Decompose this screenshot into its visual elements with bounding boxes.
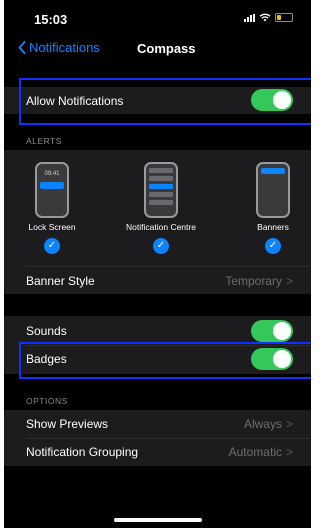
- alert-option-notification-centre[interactable]: Notification Centre ✓: [118, 162, 204, 254]
- checkmark-icon: ✓: [265, 238, 281, 254]
- alert-option-banners[interactable]: Banners ✓: [250, 162, 296, 254]
- banner-style-value-wrap: Temporary >: [225, 274, 293, 288]
- battery-icon: [275, 13, 293, 22]
- home-indicator[interactable]: [114, 518, 202, 522]
- notification-grouping-value: Automatic: [228, 445, 282, 459]
- banner-style-row[interactable]: Banner Style Temporary >: [4, 268, 311, 294]
- cellular-signal-icon: [244, 13, 255, 22]
- alerts-header: ALERTS: [26, 136, 62, 146]
- page-title: Compass: [137, 41, 196, 56]
- chevron-left-icon: [18, 41, 26, 54]
- notification-centre-label: Notification Centre: [126, 222, 196, 232]
- checkmark-icon: ✓: [44, 238, 60, 254]
- allow-notifications-highlight: [19, 78, 311, 125]
- preview-row: [149, 200, 173, 205]
- show-previews-row[interactable]: Show Previews Always >: [4, 411, 311, 437]
- banner-style-label: Banner Style: [26, 274, 95, 288]
- preview-row: [149, 184, 173, 189]
- banners-preview-icon: [256, 162, 290, 218]
- options-header: OPTIONS: [26, 396, 68, 406]
- back-button[interactable]: Notifications: [18, 40, 100, 55]
- separator: [26, 266, 311, 267]
- chevron-right-icon: >: [285, 417, 293, 431]
- lock-screen-label: Lock Screen: [28, 222, 76, 232]
- back-label: Notifications: [29, 40, 100, 55]
- preview-row: [149, 176, 173, 181]
- phone-screen: 15:03 Notifications Compass Allow Notifi…: [4, 0, 311, 528]
- lock-screen-preview-icon: 09:41: [35, 162, 69, 218]
- show-previews-value-wrap: Always >: [244, 417, 293, 431]
- notification-grouping-label: Notification Grouping: [26, 445, 139, 459]
- show-previews-value: Always: [243, 417, 282, 431]
- toggle-knob: [273, 322, 291, 340]
- preview-row: [149, 192, 173, 197]
- badges-highlight: [19, 342, 311, 379]
- notification-grouping-value-wrap: Automatic >: [229, 445, 293, 459]
- status-icons: [244, 13, 293, 22]
- banner-style-value: Temporary: [225, 274, 282, 288]
- checkmark-icon: ✓: [153, 238, 169, 254]
- preview-row: [149, 168, 173, 173]
- navigation-bar: Notifications Compass: [4, 36, 311, 64]
- sounds-toggle[interactable]: [251, 320, 293, 342]
- chevron-right-icon: >: [285, 274, 293, 288]
- lock-screen-preview-banner: [40, 182, 64, 189]
- status-time: 15:03: [34, 12, 68, 27]
- show-previews-label: Show Previews: [26, 417, 109, 431]
- notification-grouping-row[interactable]: Notification Grouping Automatic >: [4, 439, 311, 465]
- wifi-icon: [259, 13, 271, 22]
- status-bar: 15:03: [4, 0, 311, 34]
- chevron-right-icon: >: [285, 445, 293, 459]
- preview-banner: [261, 168, 285, 174]
- banners-label: Banners: [257, 222, 289, 232]
- sounds-row: Sounds: [4, 318, 311, 344]
- sounds-label: Sounds: [26, 324, 67, 338]
- notification-centre-preview-icon: [144, 162, 178, 218]
- lock-screen-preview-time: 09:41: [44, 171, 60, 177]
- alert-option-lock-screen[interactable]: 09:41 Lock Screen ✓: [27, 162, 77, 254]
